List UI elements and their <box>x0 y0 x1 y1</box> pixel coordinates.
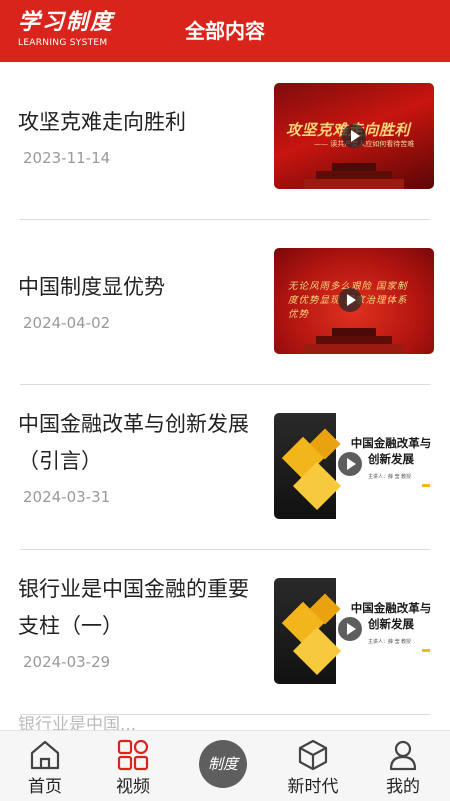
list-item[interactable]: 银行业是中国金融的重要支柱（一） 2024-03-29 中国金融改革与创新发展 … <box>0 557 450 722</box>
play-icon[interactable] <box>338 617 362 641</box>
item-date: 2023-11-14 <box>23 149 111 167</box>
tab-new-era[interactable]: 新时代 <box>268 731 358 801</box>
divider <box>20 219 430 220</box>
play-icon[interactable] <box>338 288 362 312</box>
video-thumbnail[interactable]: 攻坚克难走向胜利 —— 读共产党人应如何看待苦难 <box>274 83 434 189</box>
center-system-button[interactable]: 制度 <box>199 740 247 788</box>
list-item[interactable]: 中国制度显优势 2024-04-02 无论风雨多么艰险 国家制度优势显现 国家治… <box>0 227 450 392</box>
video-grid-icon <box>117 739 149 771</box>
divider <box>20 549 430 550</box>
user-icon <box>389 740 417 771</box>
play-icon[interactable] <box>342 124 366 148</box>
thumbnail-caption: 中国金融改革与创新发展 <box>350 436 432 466</box>
content-list: 攻坚克难走向胜利 2023-11-14 攻坚克难走向胜利 —— 读共产党人应如何… <box>0 62 450 730</box>
list-item[interactable]: 攻坚克难走向胜利 2023-11-14 攻坚克难走向胜利 —— 读共产党人应如何… <box>0 62 450 227</box>
item-title: 中国金融改革与创新发展（引言） <box>18 412 249 473</box>
app-header: 学习制度 LEARNING SYSTEM 全部内容 <box>0 0 450 62</box>
item-title: 银行业是中国金融的重要支柱（一） <box>18 577 249 638</box>
tab-video[interactable]: 视频 <box>88 731 178 801</box>
item-date: 2024-03-31 <box>23 488 111 506</box>
tab-label: 我的 <box>386 777 420 797</box>
building-graphic <box>304 328 404 354</box>
tab-mine[interactable]: 我的 <box>358 731 448 801</box>
play-icon[interactable] <box>338 452 362 476</box>
cube-icon <box>298 739 328 771</box>
divider <box>20 384 430 385</box>
page-title: 全部内容 <box>185 19 265 43</box>
item-title: 中国制度显优势 <box>18 275 165 299</box>
tab-label: 视频 <box>116 777 150 797</box>
item-date: 2024-04-02 <box>23 314 111 332</box>
tab-label: 首页 <box>28 777 62 797</box>
list-item[interactable]: 中国金融改革与创新发展（引言） 2024-03-31 中国金融改革与创新发展 主… <box>0 392 450 557</box>
tab-home[interactable]: 首页 <box>0 731 90 801</box>
list-item-partial[interactable]: 银行业是中国... <box>18 710 250 730</box>
tab-label: 新时代 <box>287 777 339 797</box>
home-icon <box>30 740 60 770</box>
video-thumbnail[interactable]: 中国金融改革与创新发展 主讲人：薛 莹 教授 <box>274 578 434 684</box>
building-graphic <box>304 163 404 189</box>
video-thumbnail[interactable]: 无论风雨多么艰险 国家制度优势显现 国家治理体系优势 <box>274 248 434 354</box>
thumbnail-subcaption: 主讲人：薛 莹 教授 <box>368 474 412 480</box>
thumbnail-caption: 中国金融改革与创新发展 <box>350 601 432 631</box>
video-thumbnail[interactable]: 中国金融改革与创新发展 主讲人：薛 莹 教授 <box>274 413 434 519</box>
item-title: 攻坚克难走向胜利 <box>18 110 186 134</box>
thumbnail-subcaption: 主讲人：薛 莹 教授 <box>368 639 412 645</box>
item-date: 2024-03-29 <box>23 653 111 671</box>
